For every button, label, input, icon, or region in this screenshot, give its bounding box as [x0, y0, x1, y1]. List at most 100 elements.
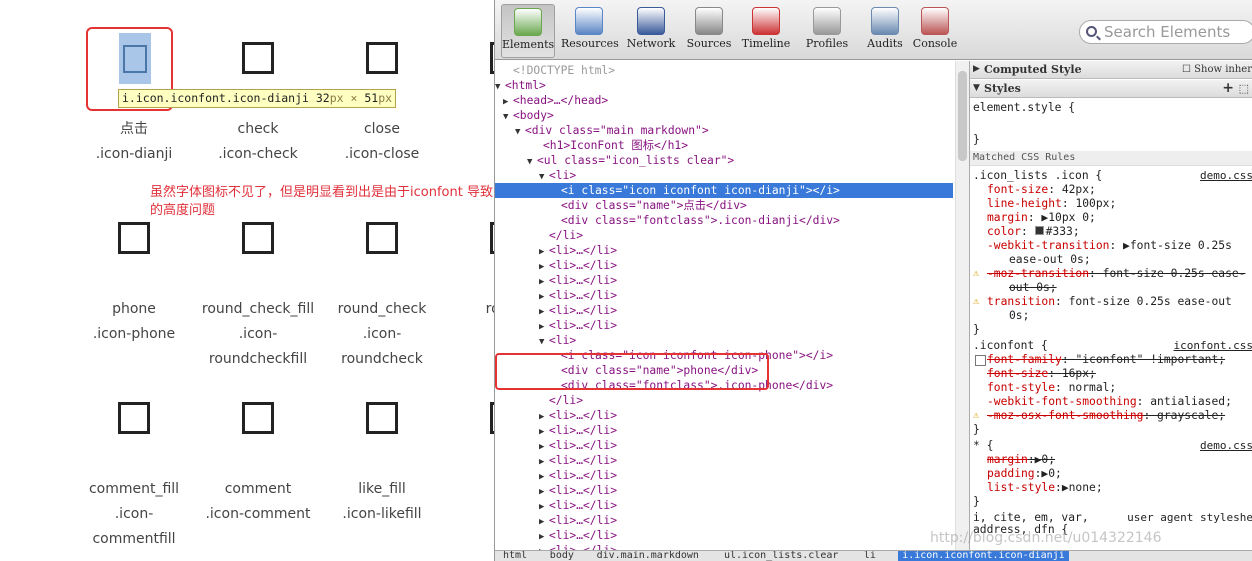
tab-label: Network — [626, 37, 676, 50]
css-prop-value: font-size 0.25s ease- — [1102, 267, 1246, 280]
tab-audits[interactable]: Audits — [857, 4, 913, 58]
css-property[interactable]: margin:▶0; — [973, 453, 1055, 467]
dom-scrollbar[interactable] — [955, 61, 969, 550]
css-property[interactable]: transition: font-size 0.25s ease-out — [973, 295, 1232, 309]
css-rule-selector[interactable]: .iconfont { — [973, 339, 1048, 353]
dom-node[interactable]: <div class="name">点击</div> — [495, 198, 953, 213]
dom-node[interactable]: ▶ <head>…</head> — [495, 93, 953, 108]
dom-node[interactable]: ▶<li>…</li> — [495, 318, 953, 333]
tab-console[interactable]: Console — [907, 4, 963, 58]
dom-node[interactable]: </li> — [495, 393, 953, 408]
dom-node[interactable]: ▶<li>…</li> — [495, 258, 953, 273]
breadcrumb-item[interactable]: div.main.markdown — [597, 551, 699, 561]
css-property[interactable]: color: #333; — [973, 225, 1080, 239]
css-property[interactable]: font-style: normal; — [973, 381, 1116, 395]
rule-selector: * { — [973, 439, 994, 452]
dom-node[interactable]: ▼ <html> — [495, 78, 953, 93]
css-property[interactable]: 0s; — [973, 309, 1029, 323]
dom-node[interactable]: <div class="fontclass">.icon-dianji</div… — [495, 213, 953, 228]
css-rule-selector[interactable]: .icon_lists .icon { — [973, 169, 1102, 183]
dom-node[interactable]: ▼ <div class="main markdown"> — [495, 123, 953, 138]
dom-node[interactable]: ▶<li>…</li> — [495, 528, 953, 543]
element-style-rule[interactable]: element.style { — [973, 101, 1075, 115]
element-state-icon[interactable]: ⬚ — [1239, 80, 1249, 97]
tooltip-selector: i.icon.iconfont.icon-dianji — [122, 91, 309, 105]
dom-node[interactable]: ▶<li>…</li> — [495, 423, 953, 438]
dom-node[interactable]: <i class="icon iconfont icon-dianji"></i… — [495, 183, 953, 198]
search-placeholder: Search Elements — [1104, 23, 1231, 41]
icon-cell: .ic — [444, 402, 494, 502]
dom-node[interactable]: ▶<li>…</li> — [495, 288, 953, 303]
css-rule-end[interactable]: } — [973, 495, 980, 509]
styles-header[interactable]: ▼ Styles + ⬚ — [970, 80, 1252, 98]
dom-node[interactable]: ▶<li>…</li> — [495, 468, 953, 483]
tab-sources[interactable]: Sources — [681, 4, 737, 58]
icon-cell: comment_fill .icon- commentfill — [72, 402, 196, 552]
dom-node[interactable]: ▶<li>…</li> — [495, 273, 953, 288]
css-prop-value: antialiased; — [1150, 395, 1232, 408]
css-prop-name: font-style — [987, 381, 1056, 394]
search-elements-input[interactable]: Search Elements — [1079, 20, 1252, 44]
tab-elements[interactable]: Elements — [501, 4, 555, 58]
breadcrumb-item[interactable]: li — [864, 551, 876, 561]
dom-node[interactable]: ▼ <li> — [495, 168, 953, 183]
dom-node[interactable]: <!DOCTYPE html> — [495, 63, 953, 78]
dom-node[interactable]: ▶<li>…</li> — [495, 453, 953, 468]
breadcrumb-item[interactable]: i.icon.iconfont.icon-dianji — [898, 551, 1069, 561]
css-property[interactable]: font-family: "iconfont" !important; — [973, 353, 1225, 367]
css-property[interactable]: font-size: 42px; — [973, 183, 1096, 197]
dom-node[interactable]: ▼ <ul class="icon_lists clear"> — [495, 153, 953, 168]
dom-node[interactable]: ▶<li>…</li> — [495, 243, 953, 258]
breadcrumb-bar: html body div.main.markdown ul.icon_lists.c… — [495, 550, 1252, 561]
css-property[interactable]: margin: ▶10px 0; — [973, 211, 1096, 225]
rule-source-link[interactable]: demo.css — [1200, 439, 1252, 453]
css-property[interactable]: -moz-transition: font-size 0.25s ease- — [973, 267, 1245, 281]
dom-node[interactable]: ▶<li>…</li> — [495, 543, 953, 550]
css-property[interactable]: out 0s; — [973, 281, 1057, 295]
breadcrumb-item[interactable]: html — [503, 551, 527, 561]
dom-node[interactable]: ▶<li>…</li> — [495, 408, 953, 423]
tab-network[interactable]: Network — [623, 4, 679, 58]
dom-node[interactable]: ▶<li>…</li> — [495, 513, 953, 528]
computed-style-header[interactable]: ▶ Computed Style ☐ Show inher — [970, 61, 1252, 79]
css-property[interactable]: -moz-osx-font-smoothing: grayscale; — [973, 409, 1225, 423]
show-inherited-toggle[interactable]: ☐ Show inher — [1182, 61, 1252, 78]
tab-profiles[interactable]: Profiles — [799, 4, 855, 58]
warning-icon: ⚠ — [973, 268, 980, 279]
css-property[interactable]: ease-out 0s; — [973, 253, 1091, 267]
tab-timeline[interactable]: Timeline — [738, 4, 794, 58]
css-rule-selector[interactable]: * { — [973, 439, 993, 453]
tooltip-times: × — [343, 91, 365, 105]
dom-node[interactable]: <h1>IconFont 图标</h1> — [495, 138, 953, 153]
breadcrumb-item[interactable]: ul.icon_lists.clear — [724, 551, 838, 561]
dom-node[interactable]: </li> — [495, 228, 953, 243]
css-property[interactable]: line-height: 100px; — [973, 197, 1116, 211]
icon-name: round — [485, 301, 494, 317]
icon-cell: phone .icon-phone — [72, 222, 196, 347]
rule-source-link[interactable]: iconfont.css — [1174, 339, 1252, 353]
dom-node[interactable]: ▶<li>…</li> — [495, 303, 953, 318]
tab-resources[interactable]: Resources — [561, 4, 619, 58]
dom-node[interactable]: ▼ <li> — [495, 333, 953, 348]
css-property[interactable]: font-size: 16px; — [973, 367, 1096, 381]
breadcrumb-item[interactable]: body — [550, 551, 574, 561]
css-property[interactable]: padding:▶0; — [973, 467, 1062, 481]
css-property[interactable]: -webkit-transition: ▶font-size 0.25s — [973, 239, 1232, 253]
css-prop-name: list-style — [987, 481, 1056, 494]
dom-node[interactable]: ▶<li>…</li> — [495, 438, 953, 453]
dom-node[interactable]: ▶<li>…</li> — [495, 498, 953, 513]
property-checkbox[interactable] — [975, 355, 986, 366]
css-rule-end[interactable]: } — [973, 423, 980, 437]
scroll-thumb[interactable] — [958, 71, 967, 161]
add-rule-icon[interactable]: + — [1222, 80, 1234, 97]
dom-tree[interactable]: <!DOCTYPE html> ▼ <html> ▶ <head>…</head> ▼ <b… — [495, 61, 955, 550]
css-property[interactable]: -webkit-font-smoothing: antialiased; — [973, 395, 1232, 409]
rule-selector: .iconfont { — [973, 339, 1048, 352]
dom-node[interactable]: ▶<li>…</li> — [495, 483, 953, 498]
dom-node[interactable]: ▼ <body> — [495, 108, 953, 123]
rule-source-link[interactable]: demo.css — [1200, 169, 1252, 183]
dom-node-text: <!DOCTYPE html> — [513, 64, 616, 77]
css-rule-end[interactable]: } — [973, 323, 980, 337]
color-swatch[interactable] — [1034, 226, 1044, 235]
css-property[interactable]: list-style:▶none; — [973, 481, 1103, 495]
